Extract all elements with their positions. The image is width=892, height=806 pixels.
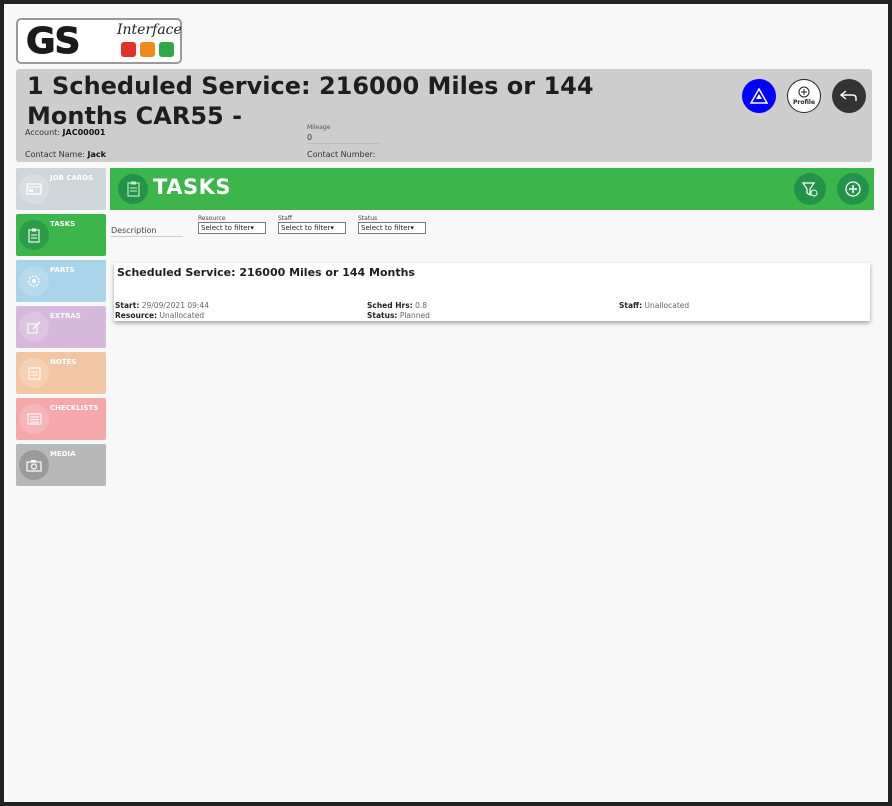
logo-green-icon	[159, 42, 174, 57]
task-card[interactable]: Scheduled Service: 216000 Miles or 144 M…	[114, 263, 870, 321]
plus-circle-icon	[845, 181, 861, 197]
chevron-down-icon: ▾	[250, 224, 254, 232]
chevron-down-icon: ▾	[410, 224, 414, 232]
sidebar-item-label: CHECKLISTS	[50, 404, 99, 412]
contact-name-value: Jack	[87, 150, 106, 159]
resource-filter-select[interactable]: Select to filter▾	[198, 222, 266, 234]
sidebar-item-label: PARTS	[50, 266, 75, 274]
sched-hrs-value: 0.8	[415, 301, 428, 310]
contact-name-label: Contact Name:	[25, 150, 85, 159]
profile-button[interactable]: Profile	[787, 79, 821, 113]
logo-red-icon	[121, 42, 136, 57]
sidebar-item-label: MEDIA	[50, 450, 76, 458]
edit-icon	[19, 312, 49, 342]
app-frame: GS Interface 1 Scheduled Service: 216000…	[4, 4, 888, 802]
resource-filter-value: Select to filter	[201, 224, 251, 232]
filter-button[interactable]	[794, 173, 826, 205]
resource-label: Resource:	[115, 311, 158, 320]
profile-label: Profile	[792, 99, 816, 106]
sidebar-item-parts[interactable]: PARTS	[16, 260, 106, 302]
status-filter-label: Status	[358, 215, 378, 222]
task-staff: Staff: Unallocated	[619, 301, 689, 310]
staff-value: Unallocated	[644, 301, 690, 310]
gs-interface-logo[interactable]: GS Interface	[16, 18, 182, 64]
status-filter-select[interactable]: Select to filter▾	[358, 222, 426, 234]
task-title: Scheduled Service: 216000 Miles or 144 M…	[117, 266, 415, 279]
status-label: Status:	[367, 311, 398, 320]
plus-circle-icon	[798, 86, 810, 98]
filter-icon	[802, 182, 818, 197]
sched-hrs-label: Sched Hrs:	[367, 301, 413, 310]
staff-label: Staff:	[619, 301, 643, 310]
resource-value: Unallocated	[159, 311, 205, 320]
logo-main-text: GS	[25, 21, 81, 63]
page-title: 1 Scheduled Service: 216000 Miles or 144…	[27, 72, 594, 130]
account-label: Account:	[25, 128, 60, 137]
clipboard-icon	[118, 174, 148, 204]
contact-number-label: Contact Number:	[307, 150, 376, 159]
sidebar-item-media[interactable]: MEDIA	[16, 444, 106, 486]
mot-button[interactable]	[742, 79, 776, 113]
back-arrow-icon	[840, 90, 857, 101]
logo-sub-text: Interface	[117, 22, 182, 38]
sidebar-item-checklists[interactable]: CHECKLISTS	[16, 398, 106, 440]
logo-orange-icon	[140, 42, 155, 57]
mileage-label: Mileage	[307, 124, 331, 131]
camera-icon	[19, 450, 49, 480]
list-icon	[19, 404, 49, 434]
card-icon	[19, 174, 49, 204]
task-status: Status: Planned	[367, 311, 430, 320]
sidebar-item-label: EXTRAS	[50, 312, 81, 320]
add-task-button[interactable]	[837, 173, 869, 205]
task-start: Start: 29/09/2021 09:44	[115, 301, 209, 310]
start-value: 29/09/2021 09:44	[141, 301, 209, 310]
sidebar-item-label: JOB CARDS	[50, 174, 94, 182]
task-filters: Description Resource Select to filter▾ S…	[110, 214, 874, 242]
sidebar-item-label: TASKS	[50, 220, 76, 228]
start-label: Start:	[115, 301, 140, 310]
contact-name: Contact Name: Jack	[25, 150, 106, 159]
chevron-down-icon: ▾	[330, 224, 334, 232]
sidebar-item-job-cards[interactable]: JOB CARDS	[16, 168, 106, 210]
sidebar-item-extras[interactable]: EXTRAS	[16, 306, 106, 348]
tasks-header-bar: TASKS	[110, 168, 874, 210]
cog-icon	[19, 266, 49, 296]
clipboard-icon	[19, 220, 49, 250]
mot-triangle-icon	[750, 88, 768, 104]
mileage-value: 0	[307, 133, 379, 144]
account-value: JAC00001	[62, 128, 106, 137]
note-icon	[19, 358, 49, 388]
status-value: Planned	[399, 311, 430, 320]
job-header: 1 Scheduled Service: 216000 Miles or 144…	[16, 69, 872, 162]
account-info: Account: JAC00001	[25, 128, 105, 137]
status-filter-value: Select to filter	[361, 224, 411, 232]
contact-number: Contact Number:	[307, 150, 375, 159]
task-resource: Resource: Unallocated	[115, 311, 204, 320]
staff-filter-select[interactable]: Select to filter▾	[278, 222, 346, 234]
tasks-title: TASKS	[153, 175, 231, 199]
sidebar-item-tasks[interactable]: TASKS	[16, 214, 106, 256]
sidebar-item-label: NOTES	[50, 358, 77, 366]
staff-filter-value: Select to filter	[281, 224, 331, 232]
staff-filter-label: Staff	[278, 215, 292, 222]
sidebar-item-notes[interactable]: NOTES	[16, 352, 106, 394]
back-button[interactable]	[832, 79, 866, 113]
sidebar: JOB CARDS TASKS PARTS EXTRAS NOTES CHECK…	[16, 168, 106, 490]
task-sched-hrs: Sched Hrs: 0.8	[367, 301, 427, 310]
resource-filter-label: Resource	[198, 215, 226, 222]
description-filter-input[interactable]: Description	[111, 226, 183, 237]
